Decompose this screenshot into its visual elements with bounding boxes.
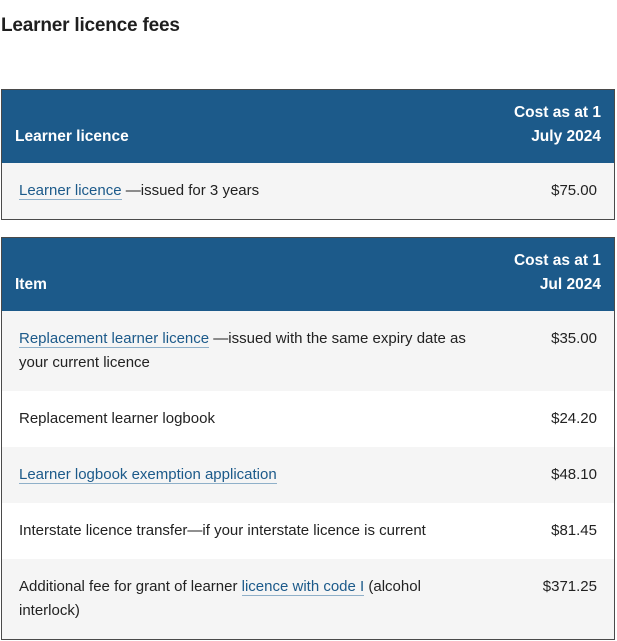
- header-item: Item: [1, 237, 485, 311]
- licence-code-i-link[interactable]: licence with code I: [241, 577, 365, 596]
- item-cell: Learner licence —issued for 3 years: [1, 162, 485, 220]
- item-cell: Replacement learner licence —issued with…: [1, 310, 485, 391]
- item-cell: Additional fee for grant of learner lice…: [1, 558, 485, 639]
- table-row: Additional fee for grant of learner lice…: [1, 558, 615, 639]
- table-header-row: Learner licence Cost as at 1 July 2024: [1, 89, 615, 163]
- table-row: Learner logbook exemption application $4…: [1, 446, 615, 503]
- logbook-exemption-link[interactable]: Learner logbook exemption application: [19, 465, 277, 484]
- table-row: Learner licence —issued for 3 years $75.…: [1, 162, 615, 220]
- cost-cell: $75.00: [484, 162, 615, 220]
- cost-cell: $371.25: [484, 558, 615, 639]
- header-cost: Cost as at 1 Jul 2024: [484, 237, 615, 311]
- header-learner-licence: Learner licence: [1, 89, 485, 163]
- cost-cell: $48.10: [484, 446, 615, 503]
- table-row: Interstate licence transfer—if your inte…: [1, 502, 615, 559]
- table-row: Replacement learner logbook $24.20: [1, 390, 615, 447]
- item-description: Additional fee for grant of learner: [19, 577, 242, 595]
- header-cost: Cost as at 1 July 2024: [484, 89, 615, 163]
- learner-licence-fee-table: Learner licence Cost as at 1 July 2024 L…: [1, 89, 615, 220]
- item-cell: Replacement learner logbook: [1, 390, 485, 447]
- item-cell: Interstate licence transfer—if your inte…: [1, 502, 485, 559]
- learner-licence-link[interactable]: Learner licence: [19, 181, 122, 200]
- page: Learner licence fees Learner licence Cos…: [0, 0, 617, 641]
- item-cell: Learner logbook exemption application: [1, 446, 485, 503]
- table-header-row: Item Cost as at 1 Jul 2024: [1, 237, 615, 311]
- cost-cell: $81.45: [484, 502, 615, 559]
- cost-cell: $24.20: [484, 390, 615, 447]
- item-fee-table: Item Cost as at 1 Jul 2024 Replacement l…: [1, 237, 615, 640]
- page-title: Learner licence fees: [1, 15, 180, 36]
- replacement-learner-licence-link[interactable]: Replacement learner licence: [19, 329, 210, 348]
- cost-cell: $35.00: [484, 310, 615, 391]
- item-description: —issued for 3 years: [121, 181, 260, 199]
- table-row: Replacement learner licence —issued with…: [1, 310, 615, 391]
